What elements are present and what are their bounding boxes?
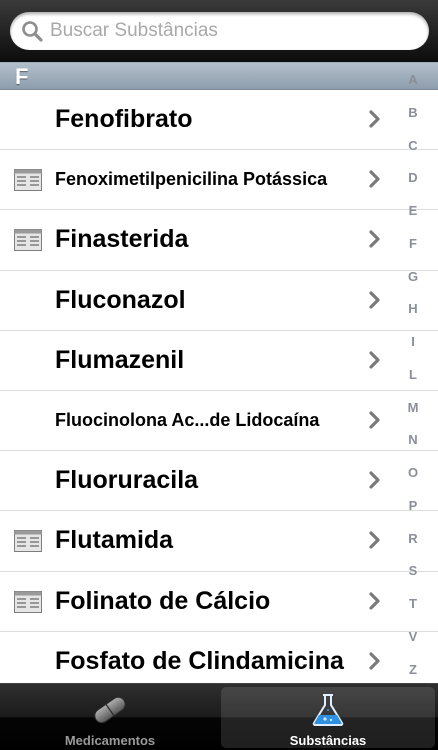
chevron-right-icon xyxy=(369,652,380,670)
index-letter-p[interactable]: P xyxy=(409,498,418,514)
pill-icon xyxy=(94,696,126,724)
list-item[interactable]: Folinato de Cálcio xyxy=(0,571,438,632)
index-letter-m[interactable]: M xyxy=(408,400,419,416)
index-letter-s[interactable]: S xyxy=(409,563,418,579)
search-field[interactable] xyxy=(10,12,429,50)
tab-medicamentos[interactable]: Medicamentos xyxy=(3,687,217,748)
document-icon xyxy=(14,530,42,553)
index-letter-z[interactable]: Z xyxy=(409,662,417,678)
document-icon xyxy=(14,169,42,192)
list-item[interactable]: Fosfato de Clindamicina xyxy=(0,631,438,683)
list-item[interactable]: Finasterida xyxy=(0,210,438,271)
chevron-right-icon xyxy=(369,411,380,429)
index-letter-t[interactable]: T xyxy=(409,596,417,612)
list-item-label: Folinato de Cálcio xyxy=(55,586,271,615)
list-item-label: Fluoruracila xyxy=(55,466,199,495)
list-item[interactable]: Flumazenil xyxy=(0,330,438,391)
list-item-label: Fenoximetilpenicilina Potássica xyxy=(55,169,328,190)
tab-label: Medicamentos xyxy=(64,733,156,748)
list-item-label: Finasterida xyxy=(55,225,189,254)
chevron-right-icon xyxy=(369,471,380,489)
index-letter-h[interactable]: H xyxy=(408,301,417,317)
chevron-right-icon xyxy=(369,351,380,369)
chevron-right-icon xyxy=(369,110,380,128)
chevron-right-icon xyxy=(369,170,380,188)
index-letter-b[interactable]: B xyxy=(408,105,417,121)
tab-bar: Medicamentos Substâncias xyxy=(0,683,438,750)
index-letter-d[interactable]: D xyxy=(408,170,417,186)
list-item[interactable]: Flutamida xyxy=(0,511,438,572)
index-letter-a[interactable]: A xyxy=(408,72,417,88)
search-bar xyxy=(0,0,438,62)
list-item[interactable]: Fluoruracila xyxy=(0,451,438,512)
document-icon xyxy=(14,590,42,613)
index-letter-e[interactable]: E xyxy=(409,203,418,219)
section-letter: F xyxy=(15,64,29,89)
list-item[interactable]: Fenofibrato xyxy=(0,90,438,151)
alphabet-index[interactable]: A B C D E F G H I L M N O P R S T V Z xyxy=(398,72,428,678)
list-item-label: Flumazenil xyxy=(55,345,185,374)
search-input[interactable] xyxy=(50,20,410,42)
list-item[interactable]: Fluocinolona Ac...de Lidocaína xyxy=(0,390,438,452)
list-item-label: Fluconazol xyxy=(55,285,186,314)
index-letter-g[interactable]: G xyxy=(408,269,418,285)
tab-substancias[interactable]: Substâncias xyxy=(221,687,435,748)
list-item-label: Fenofibrato xyxy=(55,105,193,133)
list-item[interactable]: Fenoximetilpenicilina Potássica xyxy=(0,150,438,211)
flask-icon xyxy=(312,694,344,726)
index-letter-i[interactable]: I xyxy=(411,334,415,350)
index-letter-c[interactable]: C xyxy=(408,138,417,154)
chevron-right-icon xyxy=(369,230,380,248)
list-item-label: Fluocinolona Ac...de Lidocaína xyxy=(55,409,320,430)
chevron-right-icon xyxy=(369,290,380,309)
search-icon xyxy=(22,21,43,42)
index-letter-f[interactable]: F xyxy=(409,236,417,252)
section-header: F xyxy=(0,62,438,90)
index-letter-o[interactable]: O xyxy=(408,465,418,481)
list-item-label: Fosfato de Clindamicina xyxy=(55,646,344,675)
list-item[interactable]: Fluconazol xyxy=(0,270,438,331)
list-item-label: Flutamida xyxy=(55,526,174,555)
index-letter-v[interactable]: V xyxy=(409,629,418,645)
tab-label: Substâncias xyxy=(289,733,367,748)
index-letter-l[interactable]: L xyxy=(409,367,417,383)
index-letter-n[interactable]: N xyxy=(408,432,417,448)
document-icon xyxy=(14,229,42,252)
substance-list[interactable]: Fenofibrato Fenoximetilpenicilina Potáss… xyxy=(0,90,438,683)
chevron-right-icon xyxy=(369,591,380,610)
chevron-right-icon xyxy=(369,531,380,549)
index-letter-r[interactable]: R xyxy=(408,531,417,547)
